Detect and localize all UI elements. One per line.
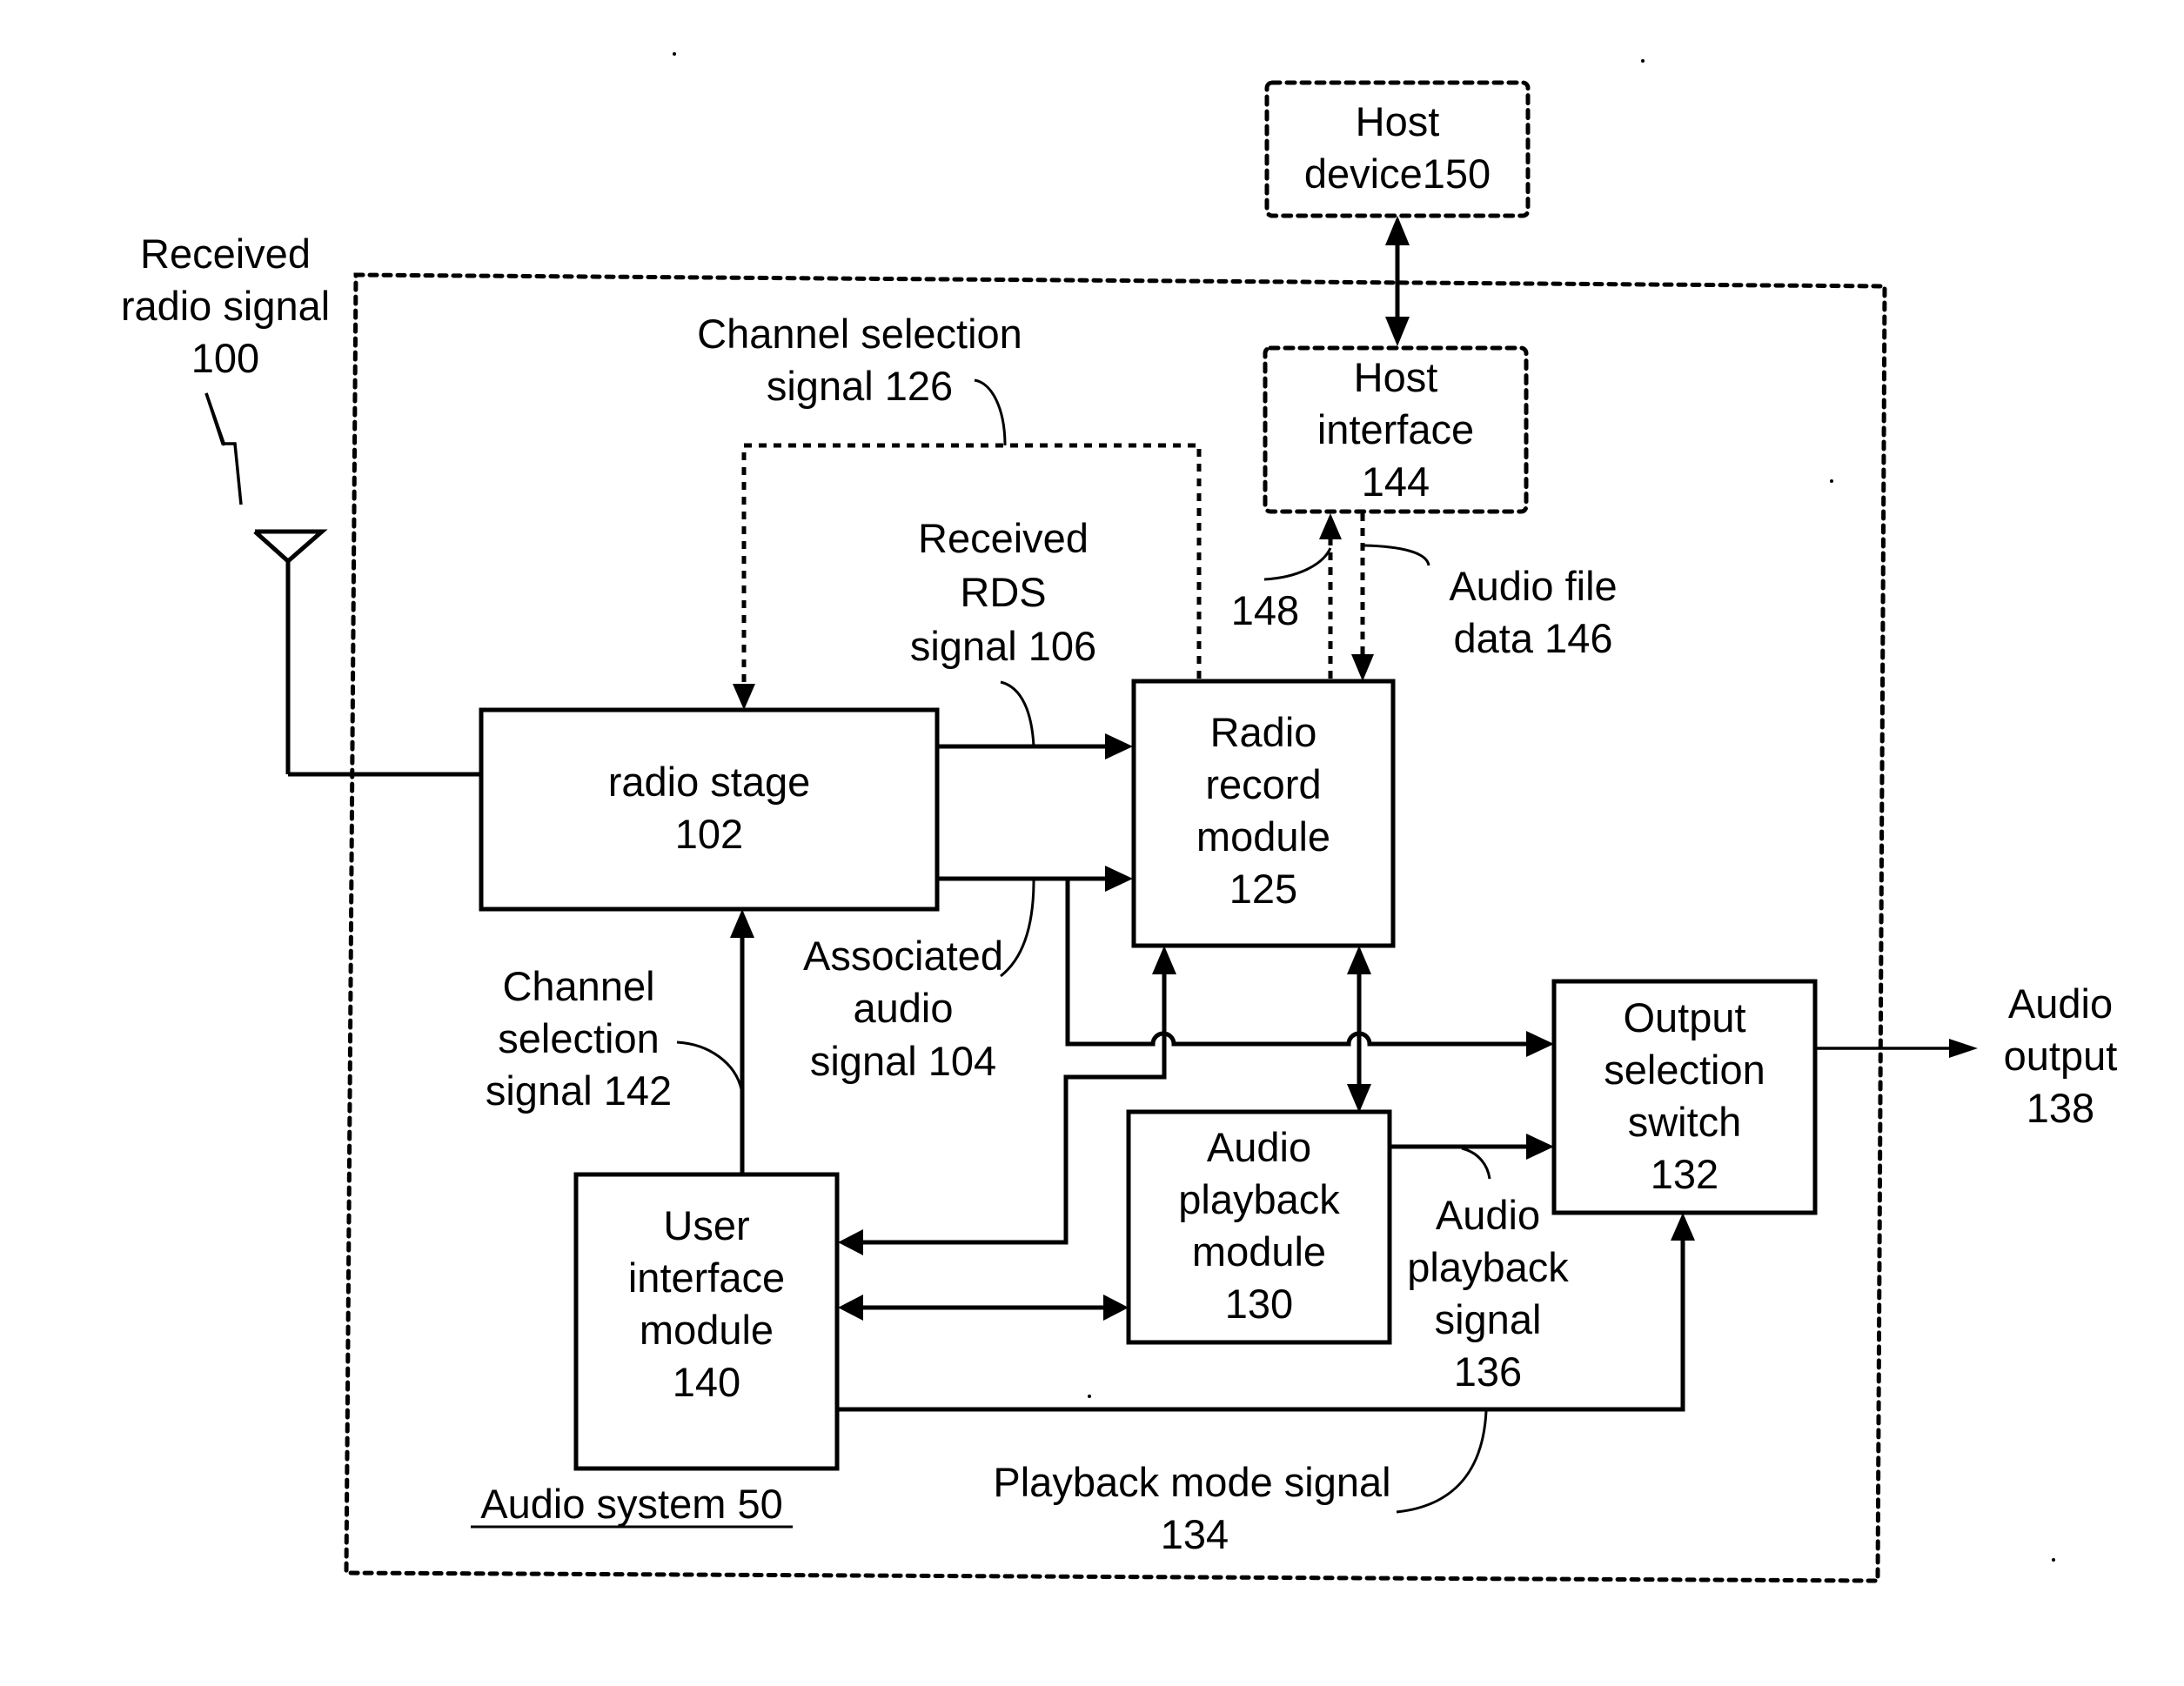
leader-142: [676, 1040, 743, 1090]
radio-stage-line-2: 102: [675, 811, 743, 857]
host-interface-line-3: 144: [1362, 458, 1430, 505]
leader-148: [1263, 547, 1332, 581]
audio-playback-line-2: playback: [1178, 1176, 1340, 1222]
user-interface-module-block[interactable]: User interface module 140: [573, 1172, 840, 1471]
radio-record-line-3: module: [1196, 813, 1330, 860]
playback-signal-label-line-4: 136: [1454, 1348, 1522, 1395]
leader-146: [1363, 544, 1430, 566]
assoc-audio-label-line-3: signal 104: [810, 1038, 996, 1084]
channel-142-label-line-2: selection: [498, 1015, 660, 1061]
playback-mode-label-line-1: Playback mode signal: [993, 1459, 1390, 1505]
audio-playback-line-3: module: [1192, 1228, 1326, 1275]
leader-134: [1396, 1410, 1488, 1514]
received-radio-label-line-3: 100: [191, 335, 259, 381]
playback-signal-label-line-2: playback: [1407, 1244, 1569, 1290]
ui-playback-bidirectional-arrow: [838, 1295, 1129, 1321]
user-interface-line-4: 140: [673, 1359, 740, 1405]
assoc-audio-label-line-1: Associated: [803, 933, 1003, 979]
channel-142-label-line-3: signal 142: [486, 1067, 672, 1114]
playback-signal-label-line-3: signal: [1435, 1296, 1542, 1342]
leader-126: [974, 378, 1007, 446]
host-device-line-1: Host: [1356, 98, 1440, 144]
radio-record-line-2: record: [1205, 761, 1321, 807]
received-radio-label-line-1: Received: [140, 231, 311, 277]
host-interface-line-2: interface: [1317, 406, 1474, 452]
leader-104: [1000, 880, 1035, 978]
radio-record-module-block[interactable]: Radio record module 125: [1131, 679, 1396, 948]
user-interface-line-2: interface: [628, 1254, 785, 1301]
received-rds-label-line-1: Received: [918, 515, 1089, 561]
host-device-block[interactable]: Host device150: [1264, 80, 1531, 218]
output-switch-line-1: Output: [1623, 994, 1745, 1040]
audio-playback-line-4: 130: [1225, 1281, 1293, 1327]
record-playback-bidirectional-arrow: [1347, 946, 1371, 1113]
audio-playback-module-block[interactable]: Audio playback module 130: [1126, 1109, 1392, 1345]
assoc-audio-label-line-2: audio: [854, 985, 954, 1031]
audio-output-label-line-1: Audio: [2008, 980, 2113, 1027]
channel-142-label-line-1: Channel: [502, 963, 654, 1009]
channel-126-label-line-1: Channel selection: [697, 311, 1022, 357]
label-148: 148: [1231, 587, 1299, 633]
audio-file-label-line-2: data 146: [1454, 615, 1613, 661]
audio-file-label-line-1: Audio file: [1449, 563, 1617, 609]
output-switch-line-4: 132: [1651, 1151, 1718, 1197]
leader-106: [1000, 680, 1035, 747]
received-rds-label-line-2: RDS: [960, 569, 1046, 615]
host-device-line-2: device150: [1304, 151, 1491, 197]
host-interface-line-1: Host: [1354, 354, 1438, 400]
audio-system-label: Audio system 50: [480, 1481, 782, 1527]
output-switch-line-3: switch: [1628, 1099, 1742, 1145]
radio-stage-block[interactable]: radio stage 102: [479, 707, 940, 912]
lightning-segment: [204, 392, 226, 446]
received-rds-label-line-3: signal 106: [910, 623, 1096, 669]
audio-file-data-146-dashed-arrow: [1351, 513, 1374, 681]
audio-output-label-line-2: output: [2004, 1033, 2118, 1079]
rds-106-arrow: [937, 733, 1133, 759]
output-selection-switch-block[interactable]: Output selection switch 132: [1551, 979, 1818, 1215]
audio-playback-136-arrow: [1390, 1134, 1554, 1160]
audio-output-label-line-3: 138: [2027, 1085, 2094, 1131]
playback-mode-label-line-2: 134: [1161, 1511, 1229, 1557]
received-radio-label-line-2: radio signal: [121, 283, 330, 329]
radio-record-line-4: 125: [1229, 866, 1297, 912]
radio-record-line-1: Radio: [1210, 709, 1317, 755]
leader-136: [1461, 1147, 1491, 1180]
radio-stage-line-1: radio stage: [608, 759, 811, 805]
output-switch-line-2: selection: [1604, 1047, 1765, 1093]
playback-signal-label-line-1: Audio: [1436, 1192, 1540, 1238]
associated-audio-104-arrow: [937, 866, 1133, 892]
host-interface-block[interactable]: Host interface 144: [1263, 345, 1529, 514]
audio-output-138-arrow: [1815, 1039, 1978, 1058]
audio-playback-line-1: Audio: [1207, 1124, 1311, 1170]
user-interface-line-1: User: [663, 1202, 749, 1248]
channel-selection-142-arrow: [730, 909, 754, 1174]
user-interface-line-3: module: [640, 1307, 774, 1353]
channel-126-label-line-2: signal 126: [767, 363, 953, 409]
antenna-icon: [253, 529, 328, 774]
signal-148-dashed-arrow: [1319, 513, 1342, 679]
audio-system-block-diagram: Host device150 Host interface 144 148 Au…: [121, 52, 2118, 1583]
